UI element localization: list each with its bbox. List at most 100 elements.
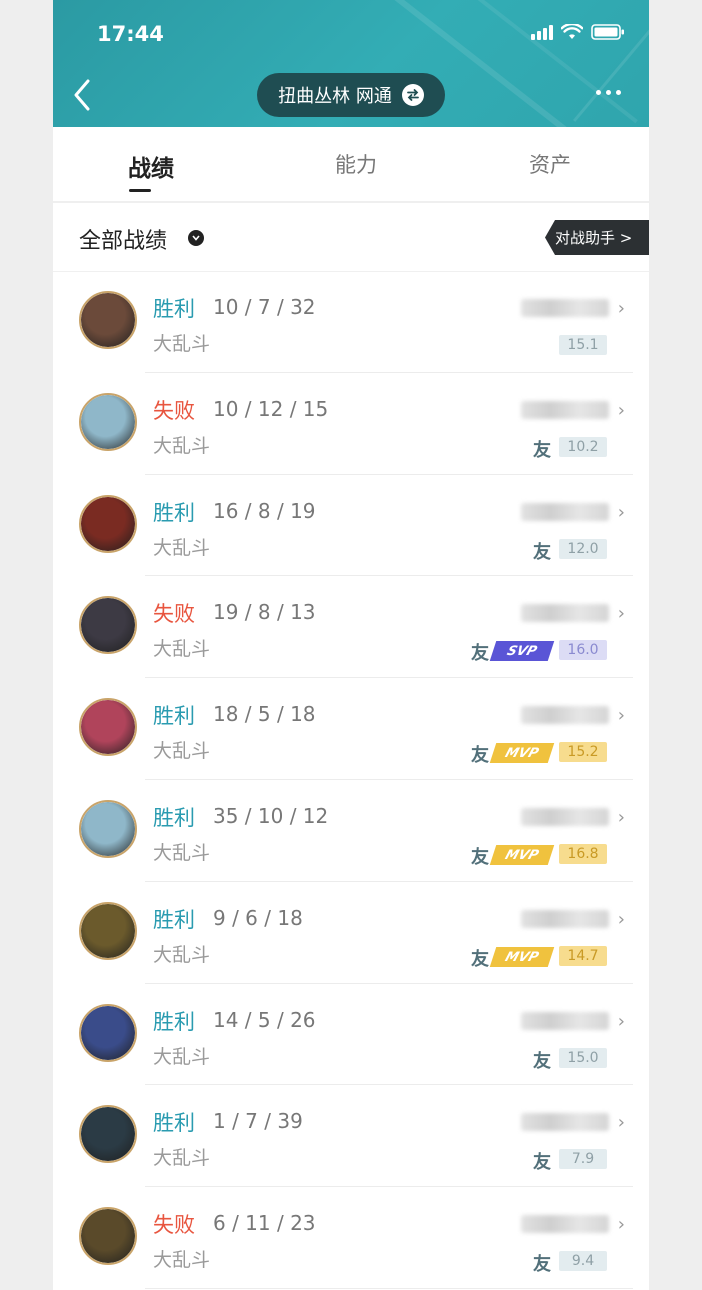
champion-avatar xyxy=(79,698,137,757)
friend-badge: 友 xyxy=(471,643,489,665)
champion-avatar xyxy=(79,596,137,655)
match-kda: 35 / 10 / 12 xyxy=(213,803,329,828)
chevron-right-icon: › xyxy=(617,399,625,421)
match-row[interactable]: 失败 19 / 8 / 13 大乱斗 › 友 SVP 16.0 xyxy=(53,576,649,679)
chevron-right-icon: › xyxy=(617,501,625,523)
match-row[interactable]: 胜利 1 / 7 / 39 大乱斗 › 友 7.9 xyxy=(53,1085,649,1188)
friend-badge: 友 xyxy=(471,846,489,868)
server-name: 扭曲丛林 网通 xyxy=(278,86,392,107)
tab-assets[interactable]: 资产 xyxy=(529,149,571,179)
match-row[interactable]: 胜利 14 / 5 / 26 大乱斗 › 友 15.0 xyxy=(53,984,649,1086)
battle-assistant-button[interactable]: 对战助手 > xyxy=(545,220,649,255)
match-row[interactable]: 胜利 16 / 8 / 19 大乱斗 › 友 12.0 xyxy=(53,475,649,577)
match-score: 15.0 xyxy=(559,1047,607,1068)
more-button[interactable] xyxy=(596,90,621,95)
chevron-right-icon: › xyxy=(617,1214,625,1236)
chevron-right-icon: › xyxy=(617,806,625,828)
chevron-right-icon: › xyxy=(617,298,625,319)
more-dot xyxy=(616,90,621,95)
match-score: 7.9 xyxy=(559,1149,607,1170)
champion-avatar xyxy=(79,1207,137,1266)
chevron-right-icon: › xyxy=(617,1112,625,1134)
friend-badge: 友 xyxy=(533,1050,551,1072)
match-row[interactable]: 失败 10 / 12 / 15 大乱斗 › 友 10.2 xyxy=(53,373,649,475)
chevron-left-icon xyxy=(74,79,90,111)
match-row[interactable]: 胜利 18 / 5 / 18 大乱斗 › 友 MVP 15.2 xyxy=(53,678,649,780)
more-dot xyxy=(606,90,611,95)
match-mode: 大乱斗 xyxy=(153,434,211,457)
friend-badge: 友 xyxy=(533,541,551,563)
match-result: 失败 xyxy=(153,398,195,423)
match-kda: 1 / 7 / 39 xyxy=(213,1109,303,1134)
chevron-right-icon: › xyxy=(617,1010,625,1032)
match-score: 16.8 xyxy=(559,843,607,864)
filter-bar: 全部战绩 对战助手 > xyxy=(53,203,649,272)
match-result: 胜利 xyxy=(153,1009,195,1034)
filter-dropdown-label[interactable]: 全部战绩 xyxy=(79,223,167,255)
match-result: 失败 xyxy=(153,1213,195,1238)
champion-avatar xyxy=(79,901,137,960)
match-list: 胜利 10 / 7 / 32 大乱斗 › 15.1 失败 10 / 12 / 1… xyxy=(53,271,649,1289)
match-result: 胜利 xyxy=(153,500,195,525)
caret-down-icon[interactable] xyxy=(188,230,204,246)
champion-portrait xyxy=(81,496,135,551)
tab-bar: 战绩 能力 资产 xyxy=(53,127,649,203)
wifi-icon xyxy=(561,24,583,40)
phone-screen: 17:44 扭曲丛林 网通 战绩 能力 资产 全部战绩 对战助手 > 胜利 10… xyxy=(53,0,649,1290)
server-switch-button[interactable]: 扭曲丛林 网通 xyxy=(257,73,445,117)
match-mode: 大乱斗 xyxy=(153,841,211,864)
champion-portrait xyxy=(81,801,135,856)
tab-active-indicator xyxy=(129,189,151,192)
blurred-player-name xyxy=(521,909,609,928)
blurred-player-name xyxy=(521,706,609,725)
match-result: 胜利 xyxy=(153,907,195,932)
match-row[interactable]: 胜利 35 / 10 / 12 大乱斗 › 友 MVP 16.8 xyxy=(53,780,649,882)
status-time: 17:44 xyxy=(97,22,164,46)
champion-portrait xyxy=(81,1005,135,1060)
back-button[interactable] xyxy=(73,76,103,114)
tab-record[interactable]: 战绩 xyxy=(128,149,174,183)
match-row[interactable]: 胜利 10 / 7 / 32 大乱斗 › 15.1 xyxy=(53,271,649,373)
champion-portrait xyxy=(81,293,135,347)
chevron-right-icon: › xyxy=(617,908,625,930)
champion-portrait xyxy=(81,700,135,755)
match-score: 14.7 xyxy=(559,945,607,966)
champion-avatar xyxy=(79,392,137,451)
match-kda: 10 / 7 / 32 xyxy=(213,295,316,319)
mvp-badge: MVP xyxy=(489,743,555,764)
mvp-badge: MVP xyxy=(489,946,555,967)
friend-badge: 友 xyxy=(471,745,489,767)
match-kda: 10 / 12 / 15 xyxy=(213,396,329,421)
match-result: 胜利 xyxy=(153,704,195,729)
match-kda: 16 / 8 / 19 xyxy=(213,498,316,523)
champion-avatar xyxy=(79,291,137,349)
signal-icon xyxy=(531,24,553,40)
champion-avatar xyxy=(79,1003,137,1062)
friend-badge: 友 xyxy=(533,1254,551,1276)
match-result: 胜利 xyxy=(153,297,195,321)
match-kda: 19 / 8 / 13 xyxy=(213,600,316,625)
svp-badge: SVP xyxy=(489,641,555,662)
blurred-player-name xyxy=(521,1215,609,1234)
match-row[interactable]: 失败 6 / 11 / 23 大乱斗 › 友 9.4 xyxy=(53,1187,649,1289)
champion-portrait xyxy=(81,598,135,653)
match-mode: 大乱斗 xyxy=(153,1249,211,1272)
champion-avatar xyxy=(79,799,137,858)
champion-portrait xyxy=(81,394,135,449)
match-row[interactable]: 胜利 9 / 6 / 18 大乱斗 › 友 MVP 14.7 xyxy=(53,882,649,984)
blurred-player-name xyxy=(521,807,609,826)
match-mode: 大乱斗 xyxy=(153,333,211,355)
match-kda: 6 / 11 / 23 xyxy=(213,1211,316,1236)
mvp-badge: MVP xyxy=(489,844,555,865)
friend-badge: 友 xyxy=(471,948,489,970)
friend-badge: 友 xyxy=(533,1152,551,1174)
match-score: 16.0 xyxy=(559,640,607,661)
match-mode: 大乱斗 xyxy=(153,1147,211,1170)
match-result: 失败 xyxy=(153,602,195,627)
match-result: 胜利 xyxy=(153,805,195,830)
champion-portrait xyxy=(81,1209,135,1264)
tab-ability[interactable]: 能力 xyxy=(335,149,377,179)
match-score: 15.2 xyxy=(559,742,607,763)
match-mode: 大乱斗 xyxy=(153,638,211,661)
match-score: 10.2 xyxy=(559,436,607,457)
